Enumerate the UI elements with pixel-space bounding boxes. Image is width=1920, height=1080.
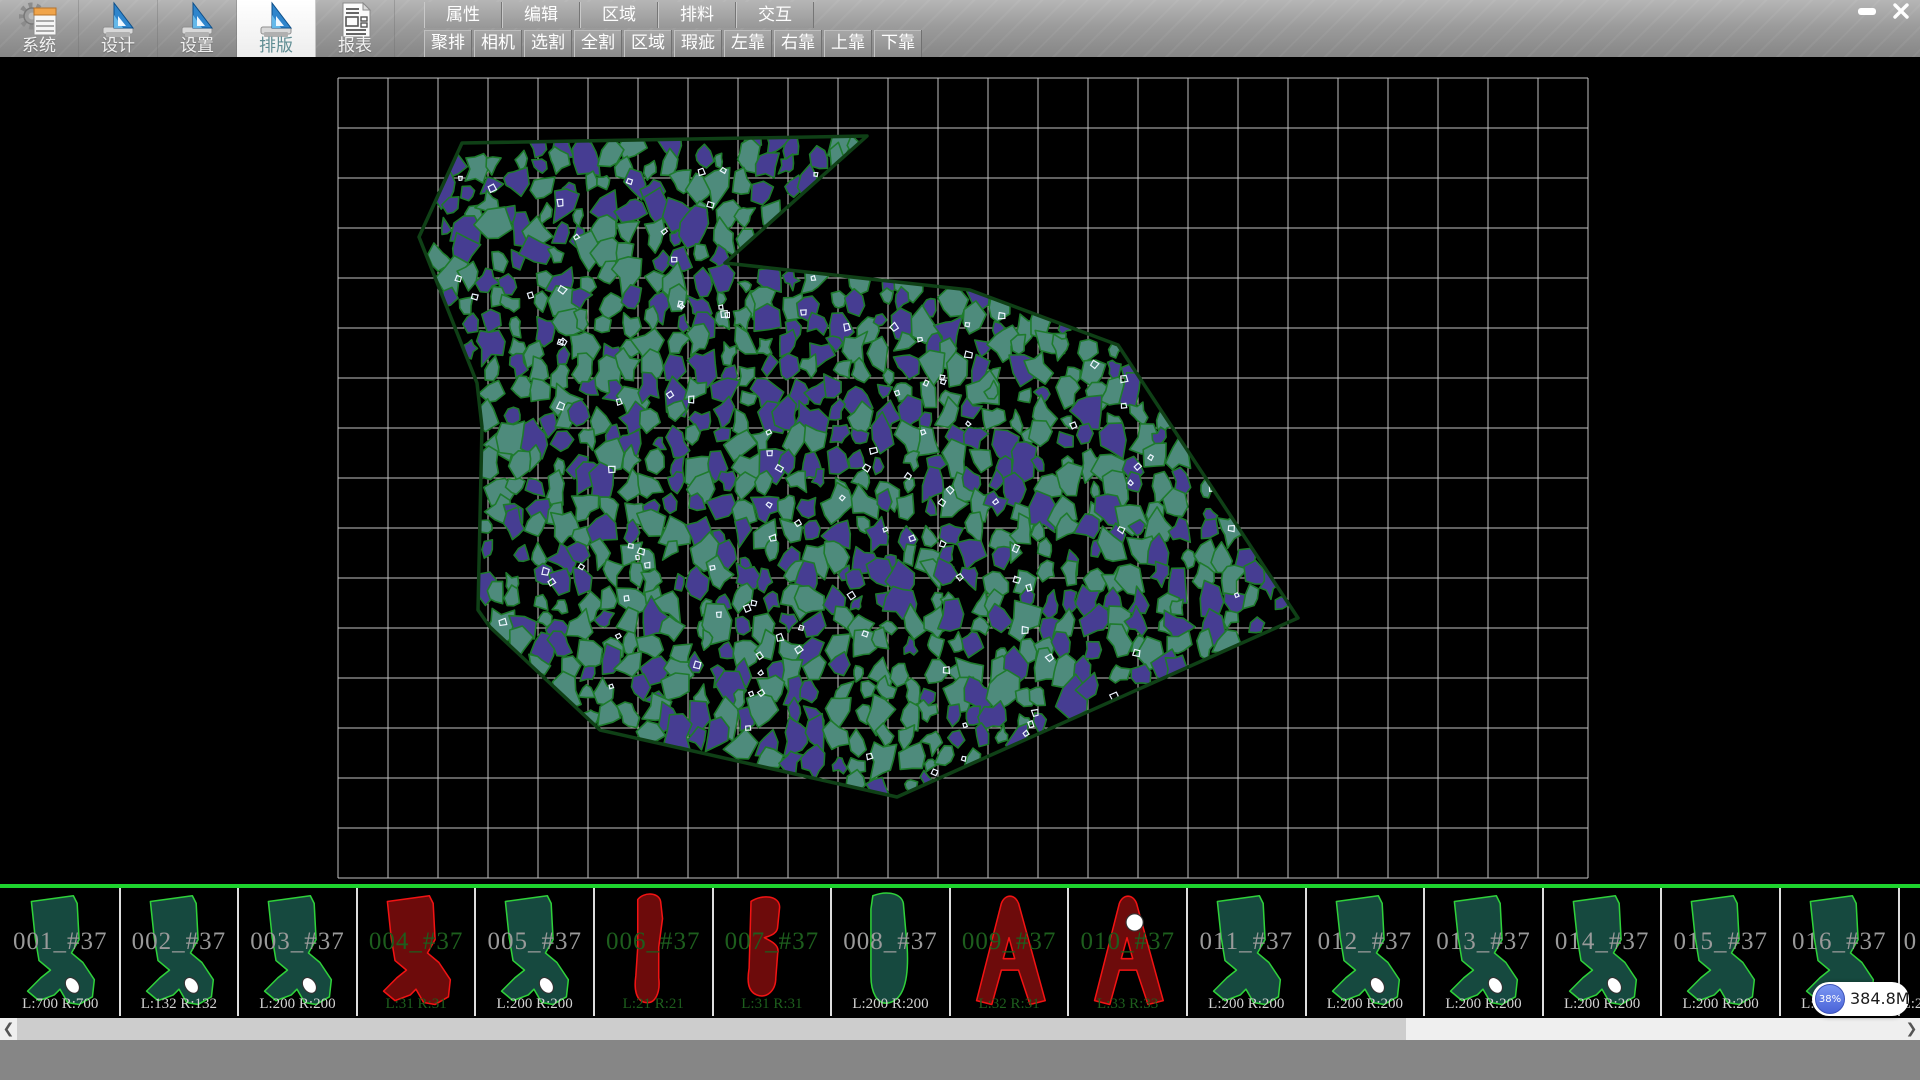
progress-percent: 38% (1819, 994, 1841, 1005)
main-button-label: 排版 (237, 31, 315, 56)
scrollbar-thumb[interactable] (17, 1018, 1406, 1040)
thumbnail-cell-011_#37[interactable]: 011_#37 L:200 R:200 (1188, 888, 1307, 1016)
thumbnail-cell-007_#37[interactable]: 007_#37 L:31 R:31 (714, 888, 833, 1016)
piece-id-label: 015_#37 (1662, 928, 1779, 956)
close-button[interactable] (1886, 2, 1916, 20)
thumbnail-cell-013_#37[interactable]: 013_#37 L:200 R:200 (1425, 888, 1544, 1016)
piece-id-label: 003_#37 (239, 928, 356, 956)
main-button-nesting[interactable]: 排版 (237, 0, 316, 57)
tool-button-snap-top[interactable]: 上靠 (824, 30, 872, 57)
piece-lr-label: L:200 R:200 (1307, 996, 1424, 1013)
thumbnail-cell-006_#37[interactable]: 006_#37 L:21 R:21 (595, 888, 714, 1016)
piece-lr-label: L:200 R:200 (239, 996, 356, 1013)
nesting-canvas[interactable] (0, 57, 1920, 884)
application-window: 系统设计设置排版报表 属性编辑区域排料交互 聚排相机选割全割区域瑕疵左靠右靠上靠… (0, 0, 1920, 1080)
tool-button-region[interactable]: 区域 (624, 30, 672, 57)
piece-id-label: 012_#37 (1307, 928, 1424, 956)
menu-button-properties[interactable]: 属性 (424, 2, 502, 28)
piece-lr-label: L:33 R:33 (1069, 996, 1186, 1013)
piece-lr-label: L:32 R:31 (951, 996, 1068, 1013)
thumbnail-cell-002_#37[interactable]: 002_#37 L:132 R:132 (121, 888, 240, 1016)
piece-lr-label: L:200 R:200 (832, 996, 949, 1013)
scroll-left-arrow-icon[interactable]: ❮ (0, 1018, 17, 1040)
tool-button-cluster-nest[interactable]: 聚排 (424, 30, 472, 57)
tool-button-defect[interactable]: 瑕疵 (674, 30, 722, 57)
thumbnail-cell-003_#37[interactable]: 003_#37 L:200 R:200 (239, 888, 358, 1016)
thumbnail-cell-005_#37[interactable]: 005_#37 L:200 R:200 (476, 888, 595, 1016)
main-button-label: 设计 (79, 31, 157, 56)
piece-id-label: 005_#37 (476, 928, 593, 956)
piece-id-label: 009_#37 (951, 928, 1068, 956)
menu-button-edit[interactable]: 编辑 (502, 2, 580, 28)
piece-lr-label: L:200 R:200 (1188, 996, 1305, 1013)
menu-button-material-nest[interactable]: 排料 (658, 2, 736, 28)
piece-id-label: 010_#37 (1069, 928, 1186, 956)
piece-id-label: 006_#37 (595, 928, 712, 956)
canvas-svg (0, 57, 1920, 884)
piece-id-label: 016_#37 (1781, 928, 1898, 956)
thumbnail-cell-008_#37[interactable]: 008_#37 L:200 R:200 (832, 888, 951, 1016)
minimize-button[interactable] (1852, 2, 1882, 20)
main-button-design[interactable]: 设计 (79, 0, 158, 57)
thumbnail-cell-015_#37[interactable]: 015_#37 L:200 R:200 (1662, 888, 1781, 1016)
piece-lr-label: L:200 R:200 (1425, 996, 1542, 1013)
thumbnail-cell-004_#37[interactable]: 004_#37 L:31 R:31 (358, 888, 477, 1016)
piece-id-label: 008_#37 (832, 928, 949, 956)
piece-lr-label: L:200 R:200 (1544, 996, 1661, 1013)
piece-id-label: 002_#37 (121, 928, 238, 956)
main-button-label: 系统 (0, 31, 78, 56)
thumbnail-cell-012_#37[interactable]: 012_#37 L:200 R:200 (1307, 888, 1426, 1016)
thumbnail-cell-014_#37[interactable]: 014_#37 L:200 R:200 (1544, 888, 1663, 1016)
memory-status-badge: 38% 384.8M (1812, 982, 1909, 1016)
window-controls (1852, 2, 1916, 20)
piece-lr-label: L:21 R:21 (595, 996, 712, 1013)
piece-thumbnail-strip: 001_#37L:700 R:700002_#37L:132 R:132003_… (0, 884, 1920, 1018)
thumbnail-cell-010_#37[interactable]: 010_#37 L:33 R:33 (1069, 888, 1188, 1016)
menu-button-region[interactable]: 区域 (580, 2, 658, 28)
tool-button-camera[interactable]: 相机 (474, 30, 522, 57)
piece-lr-label: L:31 R:31 (714, 996, 831, 1013)
menu-button-interact[interactable]: 交互 (736, 2, 814, 28)
piece-id-label: 013_#37 (1425, 928, 1542, 956)
tool-button-cut-all[interactable]: 全割 (574, 30, 622, 57)
tool-button-snap-bottom[interactable]: 下靠 (874, 30, 922, 57)
thumbnail-cell-001_#37[interactable]: 001_#37 L:700 R:700 (2, 888, 121, 1016)
minimize-icon (1858, 8, 1876, 15)
tool-button-row: 聚排相机选割全割区域瑕疵左靠右靠上靠下靠 (424, 30, 924, 57)
top-toolbar: 系统设计设置排版报表 属性编辑区域排料交互 聚排相机选割全割区域瑕疵左靠右靠上靠… (0, 0, 1920, 57)
strip-scrollbar[interactable]: ❮ ❯ (0, 1018, 1920, 1040)
main-button-setup[interactable]: 设置 (158, 0, 237, 57)
piece-lr-label: L:200 R:200 (1662, 996, 1779, 1013)
piece-id-label: 0 (1904, 928, 1920, 956)
piece-lr-label: L:132 R:132 (121, 996, 238, 1013)
memory-value: 384.8M (1850, 982, 1910, 1016)
tool-button-select-cut[interactable]: 选割 (524, 30, 572, 57)
piece-id-label: 014_#37 (1544, 928, 1661, 956)
main-button-system[interactable]: 系统 (0, 0, 79, 57)
piece-id-label: 011_#37 (1188, 928, 1305, 956)
piece-lr-label: L:31 R:31 (358, 996, 475, 1013)
tool-button-snap-right[interactable]: 右靠 (774, 30, 822, 57)
tool-button-snap-left[interactable]: 左靠 (724, 30, 772, 57)
menu-button-row: 属性编辑区域排料交互 (424, 2, 814, 28)
main-button-group: 系统设计设置排版报表 (0, 0, 395, 57)
piece-lr-label: L:200 R:200 (476, 996, 593, 1013)
piece-id-label: 001_#37 (2, 928, 119, 956)
main-button-label: 设置 (158, 31, 236, 56)
piece-lr-label: L:700 R:700 (2, 996, 119, 1013)
thumbnail-cell-009_#37[interactable]: 009_#37 L:32 R:31 (951, 888, 1070, 1016)
piece-id-label: 007_#37 (714, 928, 831, 956)
progress-circle: 38% (1815, 984, 1845, 1014)
piece-id-label: 004_#37 (358, 928, 475, 956)
scroll-right-arrow-icon[interactable]: ❯ (1903, 1018, 1920, 1040)
status-bar (0, 1040, 1920, 1080)
close-icon (1893, 3, 1909, 19)
main-button-report[interactable]: 报表 (316, 0, 395, 57)
main-button-label: 报表 (316, 31, 394, 56)
